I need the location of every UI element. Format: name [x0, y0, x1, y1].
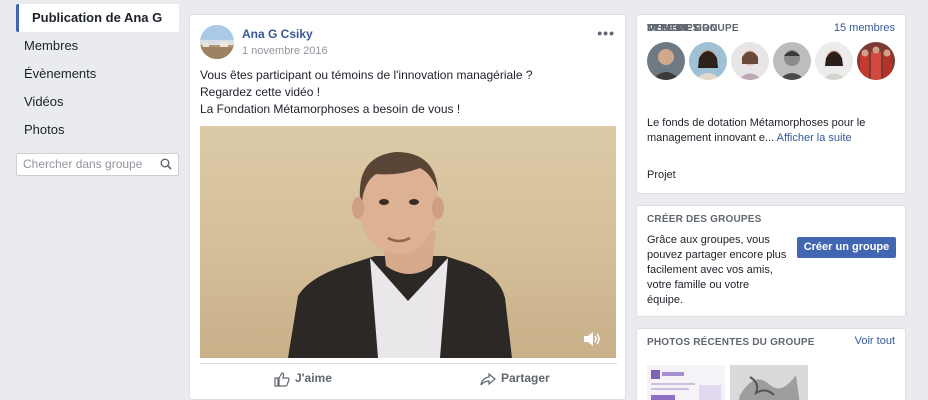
- post-actions: J'aime Partager: [200, 363, 617, 389]
- group-description: Le fonds de dotation Métamorphoses pour …: [647, 116, 897, 146]
- see-all-link[interactable]: Voir tout: [855, 335, 895, 347]
- share-arrow-icon: [480, 372, 496, 386]
- author-avatar[interactable]: [200, 25, 234, 59]
- member-avatar[interactable]: [689, 42, 727, 80]
- group-post: Ana G Csiky 1 novembre 2016 ••• Vous ête…: [189, 14, 626, 400]
- sound-icon[interactable]: [582, 330, 602, 348]
- like-label: J'aime: [295, 371, 332, 385]
- like-button[interactable]: J'aime: [274, 368, 332, 388]
- group-left-nav: Publication de Ana G Membres Évènements …: [16, 4, 179, 144]
- post-author[interactable]: Ana G Csiky: [242, 27, 313, 41]
- group-type-title: TYPE DE GROUPE: [647, 23, 739, 34]
- post-text-line: Regardez cette vidéo !: [200, 85, 321, 99]
- nav-item-photos[interactable]: Photos: [16, 116, 179, 144]
- post-text-line: La Fondation Métamorphoses a besoin de v…: [200, 102, 461, 116]
- member-avatars: [647, 42, 895, 80]
- group-search-input[interactable]: Chercher dans groupe: [16, 153, 179, 176]
- member-avatar[interactable]: [731, 42, 769, 80]
- thumbs-up-icon: [274, 372, 290, 387]
- create-groups-card: CRÉER DES GROUPES Grâce aux groupes, vou…: [636, 205, 906, 317]
- member-avatar[interactable]: [647, 42, 685, 80]
- more-options-icon[interactable]: •••: [597, 25, 615, 41]
- share-label: Partager: [501, 371, 550, 385]
- video-frame: [288, 152, 512, 358]
- show-more-link[interactable]: Afficher la suite: [777, 132, 852, 144]
- photo-thumbnail[interactable]: [647, 365, 725, 400]
- search-placeholder: Chercher dans groupe: [23, 157, 143, 171]
- member-avatar[interactable]: [773, 42, 811, 80]
- member-avatar[interactable]: [815, 42, 853, 80]
- post-date[interactable]: 1 novembre 2016: [242, 45, 328, 57]
- post-video[interactable]: [200, 126, 616, 358]
- nav-item-videos[interactable]: Vidéos: [16, 88, 179, 116]
- recent-photos-card: PHOTOS RÉCENTES DU GROUPE Voir tout: [636, 328, 906, 400]
- nav-item-evenements[interactable]: Évènements: [16, 60, 179, 88]
- members-count-link[interactable]: 15 membres: [834, 22, 895, 34]
- share-button[interactable]: Partager: [480, 368, 550, 388]
- create-groups-title: CRÉER DES GROUPES: [647, 214, 762, 225]
- post-text-line: Vous êtes participant ou témoins de l'in…: [200, 68, 533, 82]
- group-type: Projet: [647, 169, 676, 181]
- create-group-button[interactable]: Créer un groupe: [797, 237, 896, 258]
- nav-item-publication[interactable]: Publication de Ana G: [16, 4, 179, 32]
- members-card: MEMBRES 15 membres DESCRIPTION Le fonds …: [636, 14, 906, 194]
- create-groups-text: Grâce aux groupes, vous pouvez partager …: [647, 234, 787, 306]
- member-avatar[interactable]: [857, 42, 895, 80]
- recent-photos-title: PHOTOS RÉCENTES DU GROUPE: [647, 337, 815, 348]
- post-text: Vous êtes participant ou témoins de l'in…: [200, 67, 620, 118]
- search-icon[interactable]: [160, 158, 172, 170]
- photo-thumbnail[interactable]: [730, 365, 808, 400]
- nav-item-membres[interactable]: Membres: [16, 32, 179, 60]
